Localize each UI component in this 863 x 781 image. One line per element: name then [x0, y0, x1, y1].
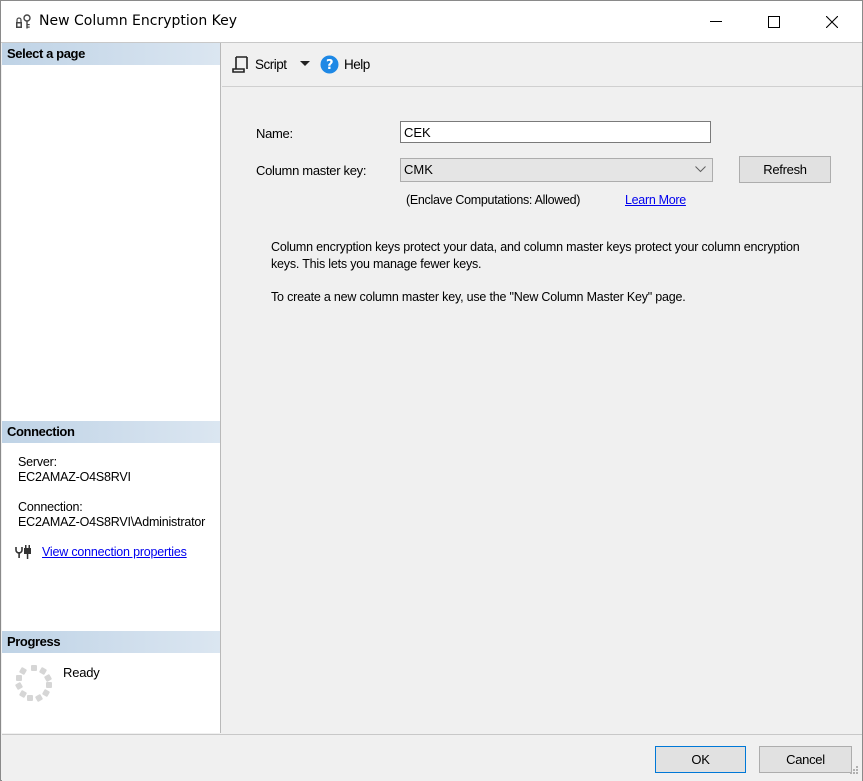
- enclave-status: (Enclave Computations: Allowed): [406, 193, 581, 207]
- script-dropdown-button[interactable]: [300, 61, 310, 67]
- progress-status: Ready: [63, 665, 100, 680]
- column-master-key-value: CMK: [404, 162, 433, 177]
- title-bar[interactable]: New Column Encryption Key: [1, 1, 862, 43]
- toolbar: Script ? Help: [222, 43, 862, 87]
- name-input[interactable]: [400, 121, 711, 143]
- key-lock-icon: [15, 14, 33, 30]
- caret-down-icon: [300, 61, 310, 66]
- dialog-footer: OK Cancel: [2, 734, 862, 781]
- view-connection-properties-link[interactable]: View connection properties: [42, 545, 187, 560]
- server-label: Server:: [18, 455, 57, 469]
- minimize-button[interactable]: [687, 1, 745, 42]
- chevron-down-icon: [695, 166, 706, 173]
- dialog-window: New Column Encryption Key Select a page …: [0, 0, 863, 781]
- name-label: Name:: [256, 126, 293, 141]
- script-icon: [232, 56, 248, 73]
- help-icon: ?: [320, 55, 339, 74]
- minimize-icon: [710, 20, 722, 22]
- resize-grip-icon[interactable]: [849, 763, 859, 778]
- refresh-button[interactable]: Refresh: [739, 156, 831, 183]
- description-paragraph-2: To create a new column master key, use t…: [271, 290, 686, 304]
- connection-label: Connection:: [18, 500, 83, 514]
- main-panel: Script ? Help Name: Column master key: C…: [222, 43, 862, 733]
- plug-icon: [15, 545, 35, 562]
- help-button[interactable]: ? Help: [320, 55, 370, 74]
- learn-more-link[interactable]: Learn More: [625, 193, 686, 207]
- close-icon: [826, 15, 838, 28]
- connection-header: Connection: [2, 421, 220, 443]
- cancel-button[interactable]: Cancel: [759, 746, 852, 773]
- column-master-key-select[interactable]: CMK: [400, 158, 713, 182]
- maximize-button[interactable]: [745, 1, 803, 42]
- window-title: New Column Encryption Key: [39, 13, 238, 29]
- select-page-header: Select a page: [2, 43, 220, 65]
- left-panel: Select a page Connection Server: EC2AMAZ…: [2, 43, 221, 733]
- script-label: Script: [255, 56, 287, 72]
- svg-text:?: ?: [326, 58, 333, 73]
- maximize-icon: [768, 15, 780, 28]
- close-button[interactable]: [803, 1, 861, 42]
- help-label: Help: [344, 57, 370, 72]
- connection-value: EC2AMAZ-O4S8RVI\Administrator: [18, 515, 206, 529]
- description-paragraph-1: Column encryption keys protect your data…: [271, 240, 800, 271]
- column-master-key-label: Column master key:: [256, 163, 367, 178]
- progress-header: Progress: [2, 631, 220, 653]
- server-value: EC2AMAZ-O4S8RVI: [18, 470, 131, 484]
- progress-spinner-icon: [14, 663, 54, 706]
- script-button[interactable]: Script: [232, 55, 287, 73]
- ok-button[interactable]: OK: [655, 746, 746, 773]
